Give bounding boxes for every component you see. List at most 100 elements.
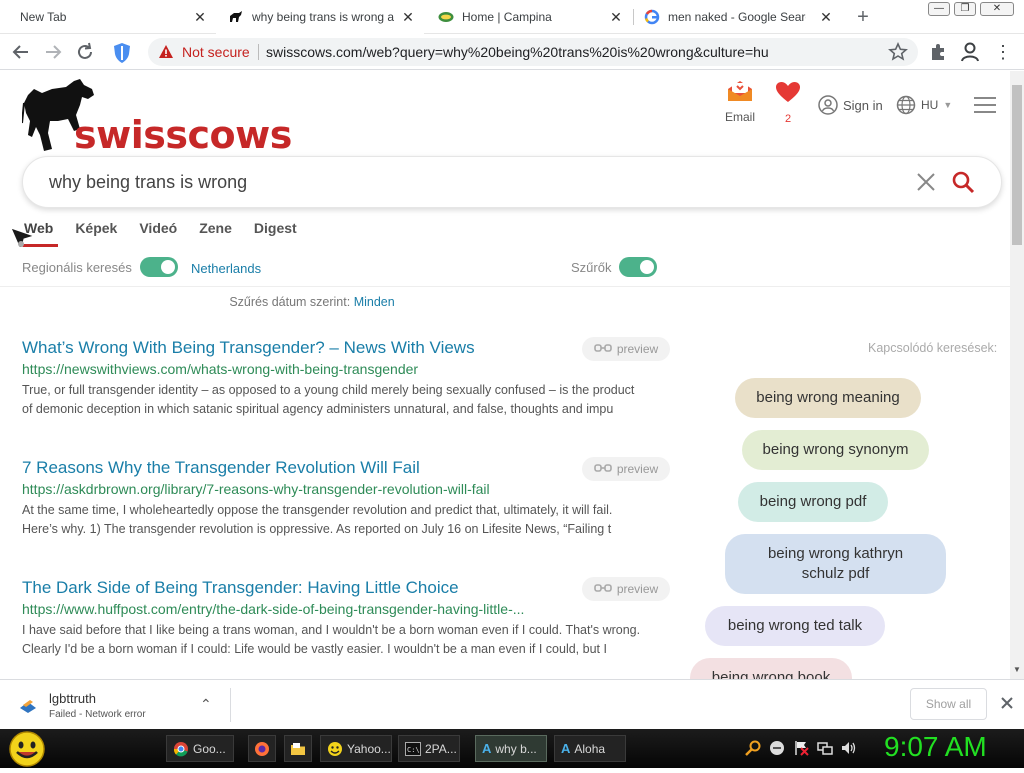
app-a-icon: A: [561, 741, 571, 756]
date-filter-value[interactable]: Minden: [354, 295, 395, 309]
profile-icon[interactable]: [960, 41, 980, 63]
download-item[interactable]: lgbttruth Failed - Network error ⌃: [0, 680, 230, 729]
hamburger-menu-icon[interactable]: [974, 95, 996, 113]
result-url[interactable]: https://newswithviews.com/whats-wrong-wi…: [22, 361, 662, 377]
taskbar-item-label: Yahoo...: [347, 741, 391, 756]
tab-music[interactable]: Zene: [199, 220, 232, 242]
swisscows-logo[interactable]: swisscows: [22, 77, 292, 157]
network-tray-icon[interactable]: [817, 740, 833, 756]
page-scrollbar[interactable]: ▼: [1010, 71, 1024, 679]
file-icon: [18, 696, 38, 716]
shield-icon[interactable]: [112, 42, 132, 64]
messenger-tray-icon[interactable]: [769, 740, 785, 756]
taskbar-item-why-being[interactable]: A why b...: [475, 735, 547, 762]
result-url[interactable]: https://www.huffpost.com/entry/the-dark-…: [22, 601, 567, 617]
close-icon[interactable]: ✕: [608, 9, 624, 25]
related-chip[interactable]: being wrong pdf: [738, 482, 888, 522]
taskbar-item-firefox[interactable]: [248, 735, 276, 762]
new-tab-button[interactable]: +: [852, 6, 874, 28]
extensions-icon[interactable]: [928, 42, 948, 62]
email-icon: [728, 81, 752, 101]
back-button[interactable]: [10, 41, 32, 63]
reload-icon: [78, 42, 92, 59]
preview-button[interactable]: preview: [582, 577, 670, 601]
tab-video[interactable]: Videó: [139, 220, 177, 242]
taskbar-item-chrome[interactable]: Goo...: [166, 735, 234, 762]
signin-label: Sign in: [843, 97, 883, 113]
related-chip[interactable]: being wrong book: [690, 658, 852, 679]
filters-label: Szűrők: [571, 260, 612, 275]
download-bar: lgbttruth Failed - Network error ⌃ Show …: [0, 679, 1024, 729]
scrollbar-thumb[interactable]: [1012, 85, 1022, 245]
start-button-smiley-icon[interactable]: [8, 730, 46, 768]
taskbar-item-yahoo[interactable]: Yahoo...: [320, 735, 392, 762]
related-chip[interactable]: being wrong meaning: [735, 378, 921, 418]
menu-kebab-icon[interactable]: ⋮: [994, 42, 1012, 62]
favorites-button[interactable]: 2: [774, 81, 802, 125]
show-all-button[interactable]: Show all: [910, 688, 987, 720]
result-url[interactable]: https://askdrbrown.org/library/7-reasons…: [22, 481, 662, 497]
tab-title: men naked - Google Search: [668, 10, 806, 24]
region-link[interactable]: Netherlands: [191, 261, 261, 276]
tab-strip: New Tab ✕ why being trans is wrong a ✕ H…: [0, 0, 1024, 34]
regional-search-toggle[interactable]: [140, 257, 178, 277]
minimize-button[interactable]: —: [928, 2, 950, 16]
search-tray-icon[interactable]: [745, 740, 761, 756]
clear-search-icon[interactable]: [915, 171, 937, 193]
reload-button[interactable]: [74, 41, 96, 63]
signin-button[interactable]: Sign in: [818, 94, 883, 116]
favorites-count: 2: [784, 113, 792, 125]
result-title[interactable]: 7 Reasons Why the Transgender Revolution…: [22, 458, 420, 478]
language-selector[interactable]: HU ▼: [896, 94, 952, 116]
tab-new-tab[interactable]: New Tab ✕: [0, 0, 216, 34]
category-nav: Web Képek Videó Zene Digest: [24, 220, 297, 242]
star-icon[interactable]: [888, 42, 908, 62]
glasses-icon: [594, 462, 612, 476]
result-title[interactable]: What’s Wrong With Being Transgender? – N…: [22, 338, 475, 358]
preview-label: preview: [616, 582, 659, 596]
preview-label: preview: [616, 342, 659, 356]
related-chip[interactable]: being wrong synonym: [742, 430, 929, 470]
taskbar-item-aloha[interactable]: A Aloha: [554, 735, 626, 762]
preview-button[interactable]: preview: [582, 337, 670, 361]
result-title[interactable]: The Dark Side of Being Transgender: Havi…: [22, 578, 459, 598]
taskbar-item-explorer[interactable]: [284, 735, 312, 762]
chevron-up-icon[interactable]: ⌃: [200, 696, 212, 713]
arrow-right-icon: [46, 45, 62, 59]
flag-tray-icon[interactable]: [793, 740, 809, 756]
page-content: swisscows Email 2 Sign in HU ▼ why being…: [0, 71, 1010, 679]
close-window-button[interactable]: ✕: [980, 2, 1014, 16]
app-a-icon: A: [482, 741, 492, 756]
maximize-button[interactable]: ❐: [954, 2, 976, 16]
tab-swisscows[interactable]: why being trans is wrong a ✕: [216, 0, 424, 34]
date-filter-label: Szűrés dátum szerint:: [229, 295, 351, 309]
warning-icon: [158, 44, 174, 60]
related-chip[interactable]: being wrong ted talk: [705, 606, 885, 646]
filters-toggle[interactable]: [619, 257, 657, 277]
forward-button[interactable]: [42, 41, 64, 63]
search-input[interactable]: [49, 167, 869, 197]
tab-images[interactable]: Képek: [75, 220, 117, 242]
search-box: [22, 156, 1002, 208]
search-button[interactable]: [951, 170, 975, 194]
scroll-down-arrow-icon[interactable]: ▼: [1013, 665, 1021, 674]
preview-button[interactable]: preview: [582, 457, 670, 481]
email-button[interactable]: Email: [722, 79, 758, 129]
taskbar-item-console[interactable]: C:\ 2PA...: [398, 735, 460, 762]
heart-icon: [776, 82, 800, 102]
volume-tray-icon[interactable]: [841, 740, 857, 756]
chevron-down-icon: ▼: [943, 100, 953, 110]
tab-campina[interactable]: Home | Campina ✕: [428, 0, 632, 34]
close-icon[interactable]: ✕: [400, 9, 416, 25]
tab-google[interactable]: men naked - Google Search ✕: [636, 0, 842, 34]
related-chip[interactable]: being wrong kathryn schulz pdf: [725, 534, 946, 594]
close-icon[interactable]: ✕: [818, 9, 834, 25]
tab-title: New Tab: [20, 10, 67, 24]
tab-digest[interactable]: Digest: [254, 220, 297, 242]
campina-favicon-icon: [438, 9, 454, 25]
taskbar-clock: 9:07 AM: [884, 731, 987, 762]
url-text[interactable]: swisscows.com/web?query=why%20being%20tr…: [266, 44, 769, 60]
close-icon[interactable]: ✕: [192, 9, 208, 25]
close-download-bar-icon[interactable]: [998, 694, 1016, 712]
address-bar[interactable]: Not secure swisscows.com/web?query=why%2…: [148, 38, 918, 66]
